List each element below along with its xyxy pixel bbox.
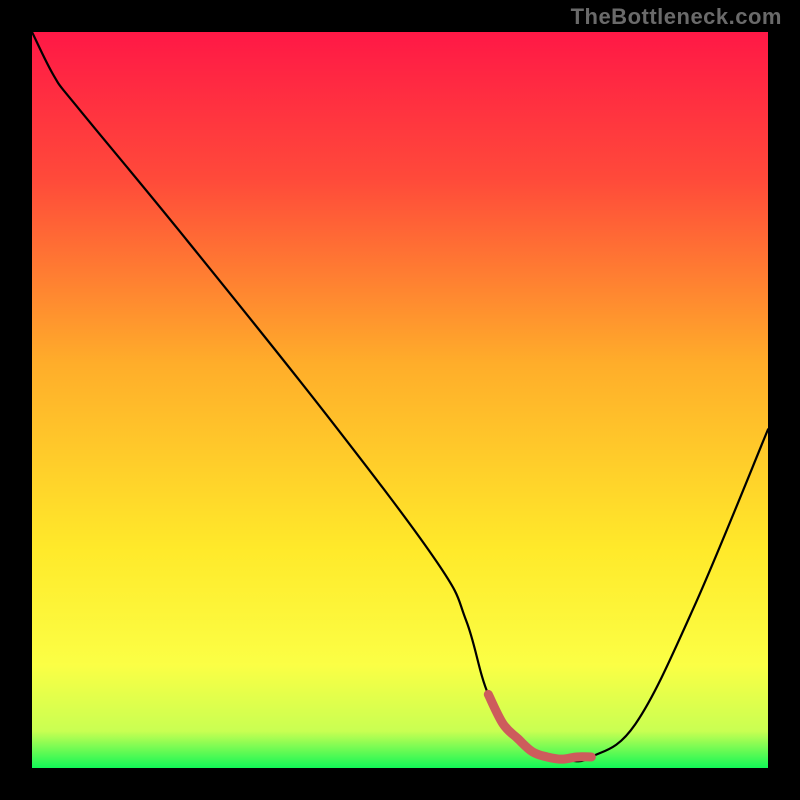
watermark-label: TheBottleneck.com	[571, 4, 782, 30]
gradient-background	[32, 32, 768, 768]
chart-svg	[32, 32, 768, 768]
plot-area	[32, 32, 768, 768]
chart-frame: TheBottleneck.com	[0, 0, 800, 800]
